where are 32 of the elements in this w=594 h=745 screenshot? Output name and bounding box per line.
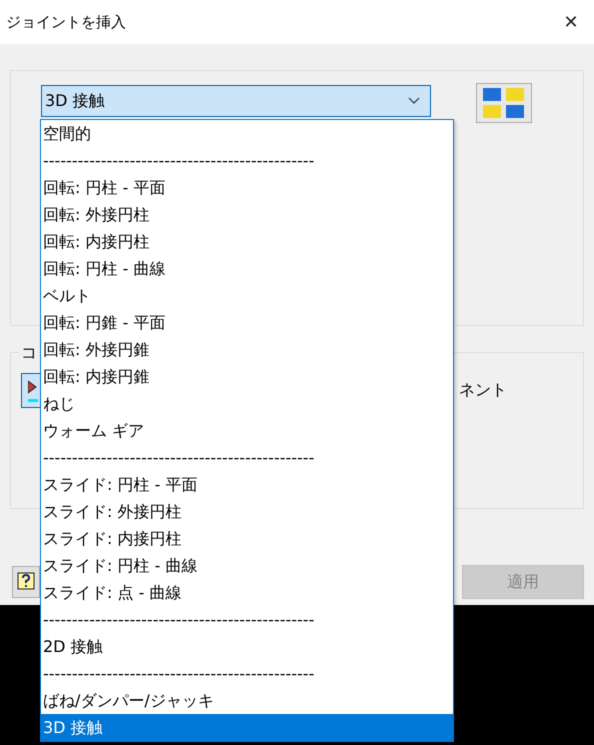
dropdown-option[interactable]: 回転: 内接円錐 — [41, 363, 453, 390]
dropdown-option[interactable]: 2D 接触 — [41, 633, 453, 660]
dropdown-option[interactable]: ----------------------------------------------- — [41, 606, 453, 633]
help-icon — [17, 572, 35, 592]
dropdown-option[interactable]: 回転: 外接円柱 — [41, 201, 453, 228]
dropdown-option[interactable]: スライド: 外接円柱 — [41, 498, 453, 525]
dropdown-option[interactable]: スライド: 点 - 曲線 — [41, 579, 453, 606]
dropdown-option[interactable]: ----------------------------------------------- — [41, 444, 453, 471]
dropdown-option[interactable]: ----------------------------------------------- — [41, 660, 453, 687]
help-button[interactable] — [12, 566, 40, 598]
chevron-icon — [408, 97, 420, 105]
dropdown-option[interactable]: スライド: 円柱 - 曲線 — [41, 552, 453, 579]
close-button[interactable]: ✕ — [548, 0, 594, 44]
dropdown-option[interactable]: 回転: 円柱 - 平面 — [41, 174, 453, 201]
dropdown-option[interactable]: 空間的 — [41, 120, 453, 147]
dropdown-option[interactable]: ばね/ダンパー/ジャッキ — [41, 687, 453, 714]
dropdown-option[interactable]: ねじ — [41, 390, 453, 417]
dropdown-option[interactable]: ベルト — [41, 282, 453, 309]
dropdown-option[interactable]: ウォーム ギア — [41, 417, 453, 444]
dropdown-option[interactable]: 回転: 内接円柱 — [41, 228, 453, 255]
window-title: ジョイントを挿入 — [6, 12, 126, 32]
component-label: ネント — [459, 380, 507, 401]
arrow-icon — [28, 378, 38, 402]
joint-type-dropdown[interactable]: 3D 接触 — [41, 85, 431, 117]
dropdown-option[interactable]: ----------------------------------------------- — [41, 147, 453, 174]
dropdown-option[interactable]: スライド: 内接円柱 — [41, 525, 453, 552]
dropdown-option[interactable]: 回転: 円錐 - 平面 — [41, 309, 453, 336]
dropdown-option[interactable]: 回転: 外接円錐 — [41, 336, 453, 363]
dropdown-option[interactable]: 回転: 円柱 - 曲線 — [41, 255, 453, 282]
dropdown-option[interactable]: スライド: 円柱 - 平面 — [41, 471, 453, 498]
dropdown-option[interactable]: 3D 接触 — [41, 714, 453, 741]
tiles-button[interactable] — [476, 83, 532, 123]
